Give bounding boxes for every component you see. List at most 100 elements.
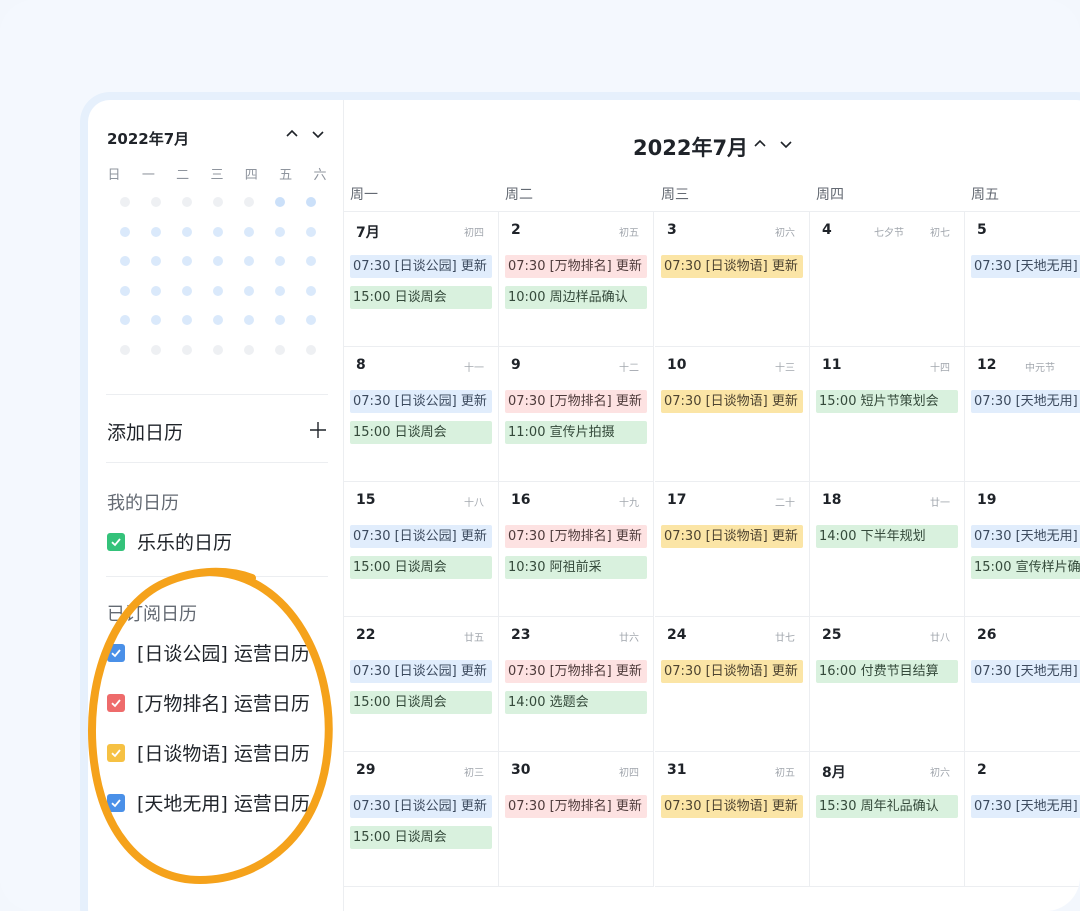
- day-cell[interactable]: 5 07:30 [天地无用] 更新: [965, 212, 1080, 347]
- day-cell[interactable]: 16 十九 07:30 [万物排名] 更新 10:30 阿祖前采: [499, 482, 654, 617]
- mini-day-dot[interactable]: [306, 315, 317, 325]
- mini-day-dot[interactable]: [275, 256, 286, 266]
- mini-day-dot[interactable]: [181, 197, 192, 207]
- event-chip[interactable]: 07:30 [天地无用] 更新: [971, 795, 1080, 818]
- mini-day-dot[interactable]: [275, 344, 286, 355]
- day-cell[interactable]: 30 初四 07:30 [万物排名] 更新: [499, 752, 654, 887]
- mini-day-dot[interactable]: [181, 315, 192, 325]
- day-cell[interactable]: 26 07:30 [天地无用] 更新: [965, 617, 1080, 752]
- day-cell[interactable]: 9 十二 07:30 [万物排名] 更新 11:00 宣传片拍摄: [499, 347, 654, 482]
- checkbox-checked-icon[interactable]: [107, 643, 125, 662]
- calendar-list-item[interactable]: [万物排名] 运营日历: [107, 689, 310, 716]
- event-chip[interactable]: 07:30 [日谈物语] 更新: [661, 255, 803, 278]
- mini-day-dot[interactable]: [244, 344, 255, 355]
- event-chip[interactable]: 07:30 [天地无用] 更新: [971, 255, 1080, 278]
- event-chip[interactable]: 15:00 宣传样片确认: [971, 556, 1080, 579]
- mini-day-dot[interactable]: [181, 285, 192, 296]
- mini-day-dot[interactable]: [150, 344, 161, 355]
- event-chip[interactable]: 07:30 [日谈公园] 更新: [350, 390, 492, 413]
- mini-day-dot[interactable]: [119, 344, 130, 355]
- mini-day-dot[interactable]: [181, 226, 192, 237]
- day-cell[interactable]: 3 初六 07:30 [日谈物语] 更新: [655, 212, 810, 347]
- mini-day-dot[interactable]: [306, 285, 317, 296]
- event-chip[interactable]: 10:30 阿祖前采: [505, 556, 647, 579]
- mini-day-dot[interactable]: [181, 344, 192, 355]
- mini-day-dot[interactable]: [306, 344, 317, 355]
- mini-day-dot[interactable]: [244, 226, 255, 237]
- mini-day-dot[interactable]: [119, 226, 130, 237]
- plus-icon[interactable]: [308, 420, 328, 440]
- event-chip[interactable]: 07:30 [日谈公园] 更新: [350, 525, 492, 548]
- mini-day-dot[interactable]: [306, 256, 317, 266]
- event-chip[interactable]: 07:30 [日谈公园] 更新: [350, 795, 492, 818]
- event-chip[interactable]: 07:30 [万物排名] 更新: [505, 525, 647, 548]
- day-cell[interactable]: 29 初三 07:30 [日谈公园] 更新 15:00 日谈周会: [344, 752, 499, 887]
- mini-day-dot[interactable]: [150, 315, 161, 325]
- checkbox-checked-icon[interactable]: [107, 743, 125, 762]
- mini-day-dot[interactable]: [212, 226, 223, 237]
- event-chip[interactable]: 11:00 宣传片拍摄: [505, 421, 647, 444]
- mini-day-dot[interactable]: [150, 226, 161, 237]
- mini-day-dot[interactable]: [119, 285, 130, 296]
- event-chip[interactable]: 14:00 下半年规划: [816, 525, 958, 548]
- calendar-list-item[interactable]: [日谈公园] 运营日历: [107, 639, 310, 666]
- chevron-up-icon[interactable]: [284, 126, 300, 142]
- mini-day-dot[interactable]: [275, 197, 286, 207]
- event-chip[interactable]: 07:30 [日谈物语] 更新: [661, 390, 803, 413]
- event-chip[interactable]: 07:30 [日谈物语] 更新: [661, 795, 803, 818]
- event-chip[interactable]: 07:30 [万物排名] 更新: [505, 795, 647, 818]
- mini-day-dot[interactable]: [119, 256, 130, 266]
- chevron-down-icon[interactable]: [310, 126, 326, 142]
- checkbox-checked-icon[interactable]: [107, 693, 125, 712]
- checkbox-checked-icon[interactable]: [107, 793, 125, 812]
- mini-day-dot[interactable]: [119, 315, 130, 325]
- mini-day-dot[interactable]: [244, 197, 255, 207]
- event-chip[interactable]: 15:00 日谈周会: [350, 421, 492, 444]
- event-chip[interactable]: 15:00 日谈周会: [350, 691, 492, 714]
- day-cell[interactable]: 8月 初六 15:30 周年礼品确认: [810, 752, 965, 887]
- mini-day-dot[interactable]: [275, 315, 286, 325]
- mini-day-dot[interactable]: [275, 226, 286, 237]
- event-chip[interactable]: 15:00 日谈周会: [350, 826, 492, 849]
- day-cell[interactable]: 31 初五 07:30 [日谈物语] 更新: [655, 752, 810, 887]
- checkbox-checked-icon[interactable]: [107, 532, 125, 551]
- day-cell[interactable]: 12 中元节 07:30 [天地无用] 更新: [965, 347, 1080, 482]
- event-chip[interactable]: 07:30 [天地无用] 更新: [971, 525, 1080, 548]
- calendar-list-item[interactable]: [日谈物语] 运营日历: [107, 739, 310, 766]
- event-chip[interactable]: 15:00 短片节策划会: [816, 390, 958, 413]
- mini-day-dot[interactable]: [244, 256, 255, 266]
- day-cell[interactable]: 11 十四 15:00 短片节策划会: [810, 347, 965, 482]
- mini-day-dot[interactable]: [212, 285, 223, 296]
- day-cell[interactable]: 7月 初四 07:30 [日谈公园] 更新 15:00 日谈周会: [344, 212, 499, 347]
- day-cell[interactable]: 2 初五 07:30 [万物排名] 更新 10:00 周边样品确认: [499, 212, 654, 347]
- calendar-list-item[interactable]: [天地无用] 运营日历: [107, 789, 310, 816]
- mini-day-dot[interactable]: [244, 315, 255, 325]
- day-cell[interactable]: 10 十三 07:30 [日谈物语] 更新: [655, 347, 810, 482]
- event-chip[interactable]: 16:00 付费节目结算: [816, 660, 958, 683]
- event-chip[interactable]: 07:30 [日谈公园] 更新: [350, 255, 492, 278]
- event-chip[interactable]: 07:30 [日谈公园] 更新: [350, 660, 492, 683]
- mini-day-dot[interactable]: [306, 197, 317, 207]
- calendar-list-item[interactable]: 乐乐的日历: [107, 528, 232, 555]
- event-chip[interactable]: 15:00 日谈周会: [350, 286, 492, 309]
- event-chip[interactable]: 07:30 [天地无用] 更新: [971, 390, 1080, 413]
- day-cell[interactable]: 19 07:30 [天地无用] 更新 15:00 宣传样片确认: [965, 482, 1080, 617]
- mini-day-dot[interactable]: [212, 197, 223, 207]
- event-chip[interactable]: 15:30 周年礼品确认: [816, 795, 958, 818]
- day-cell[interactable]: 17 二十 07:30 [日谈物语] 更新: [655, 482, 810, 617]
- day-cell[interactable]: 8 十一 07:30 [日谈公园] 更新 15:00 日谈周会: [344, 347, 499, 482]
- event-chip[interactable]: 07:30 [万物排名] 更新: [505, 660, 647, 683]
- mini-day-dot[interactable]: [212, 315, 223, 325]
- mini-day-dot[interactable]: [150, 256, 161, 266]
- mini-day-dot[interactable]: [119, 197, 130, 207]
- event-chip[interactable]: 14:00 选题会: [505, 691, 647, 714]
- mini-day-dot[interactable]: [212, 256, 223, 266]
- mini-day-dot[interactable]: [306, 226, 317, 237]
- mini-day-dot[interactable]: [275, 285, 286, 296]
- day-cell[interactable]: 25 廿八 16:00 付费节目结算: [810, 617, 965, 752]
- event-chip[interactable]: 07:30 [万物排名] 更新: [505, 255, 647, 278]
- event-chip[interactable]: 07:30 [天地无用] 更新: [971, 660, 1080, 683]
- event-chip[interactable]: 07:30 [日谈物语] 更新: [661, 660, 803, 683]
- event-chip[interactable]: 15:00 日谈周会: [350, 556, 492, 579]
- day-cell[interactable]: 15 十八 07:30 [日谈公园] 更新 15:00 日谈周会: [344, 482, 499, 617]
